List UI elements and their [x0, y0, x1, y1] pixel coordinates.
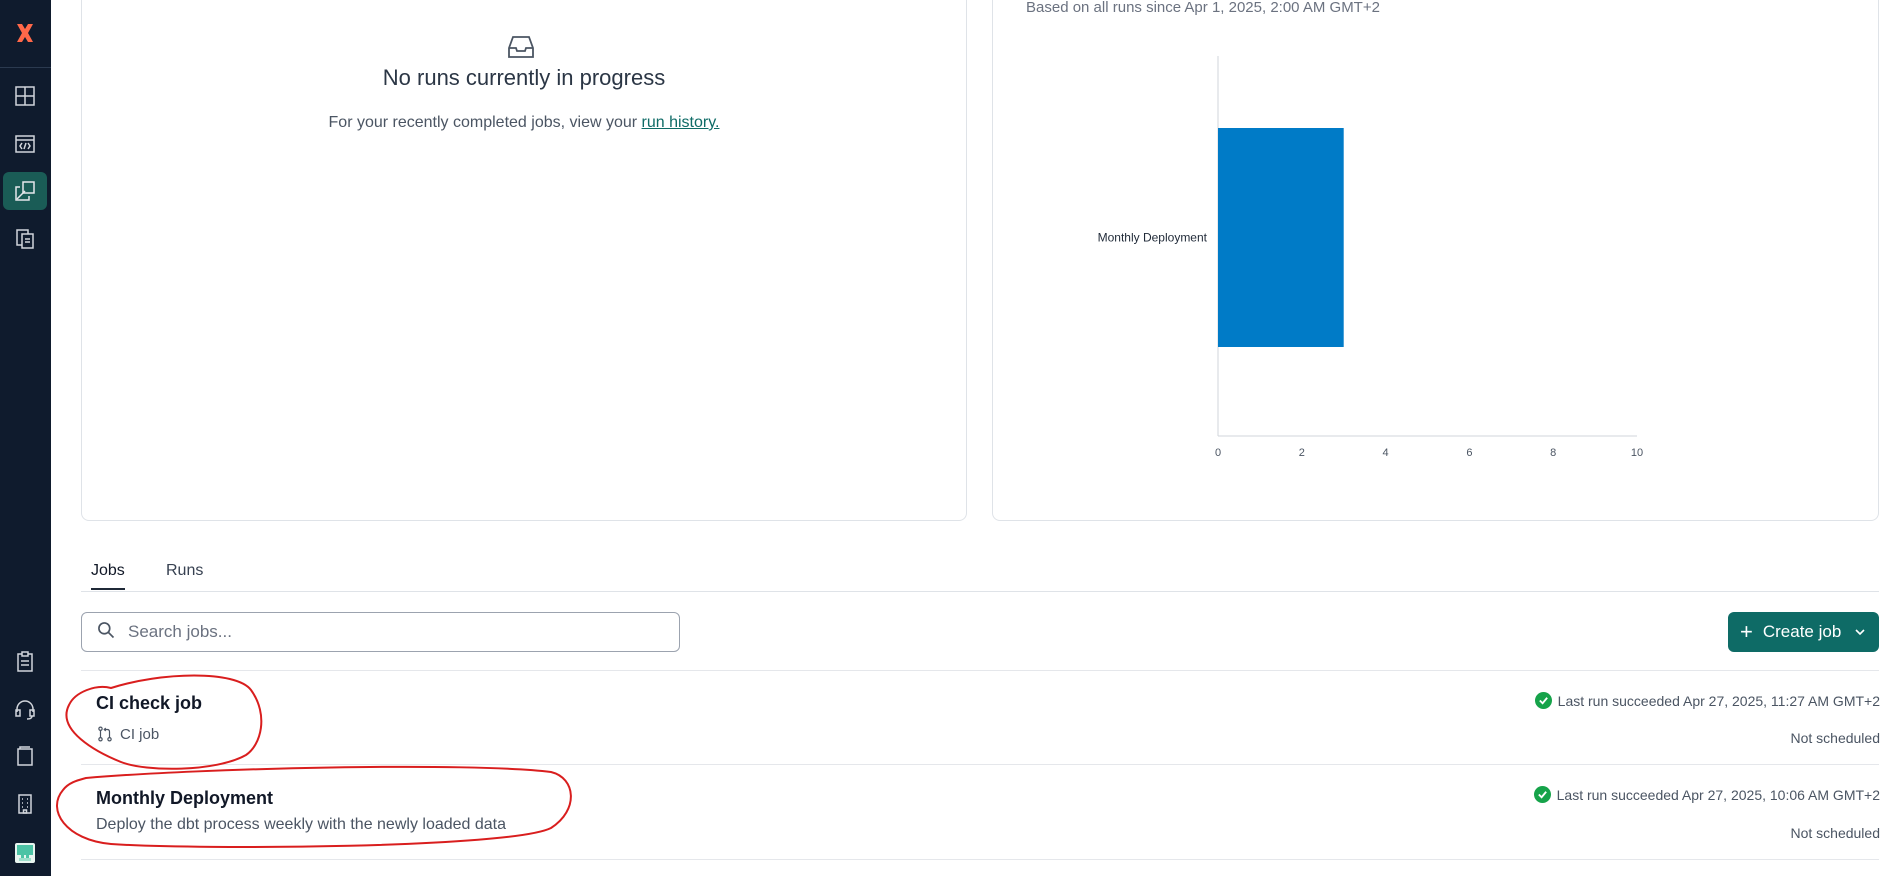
x-tick-label: 0	[1215, 447, 1221, 459]
last-run-status: Last run succeeded Apr 27, 2025, 11:27 A…	[1534, 692, 1880, 709]
dashboard-icon[interactable]	[3, 77, 47, 115]
row-divider	[81, 670, 1879, 671]
x-tick-label: 2	[1299, 447, 1305, 459]
job-type: CI job	[96, 725, 159, 743]
empty-state-title: No runs currently in progress	[382, 65, 666, 90]
create-job-button[interactable]: + Create job	[1728, 612, 1879, 652]
schedule-status: Not scheduled	[1790, 825, 1880, 841]
deploy-icon[interactable]	[3, 172, 47, 210]
chevron-down-icon[interactable]	[1853, 625, 1867, 639]
building-icon[interactable]	[3, 785, 47, 823]
code-editor-icon[interactable]	[3, 125, 47, 163]
last-run-text: Last run succeeded Apr 27, 2025, 11:27 A…	[1557, 692, 1880, 709]
clipboard-icon[interactable]	[3, 643, 47, 681]
empty-state-subtitle: For your recently completed jobs, view y…	[82, 114, 966, 132]
headset-icon[interactable]	[3, 690, 47, 728]
schedule-status: Not scheduled	[1790, 730, 1880, 746]
row-divider	[81, 764, 1879, 765]
avatar-icon[interactable]	[3, 834, 47, 872]
jobs-runs-tabs: Jobs Runs	[81, 556, 1879, 592]
job-type-label: CI job	[120, 725, 160, 743]
search-input[interactable]	[128, 622, 648, 642]
category-label: Monthly Deployment	[1098, 231, 1208, 245]
last-run-status: Last run succeeded Apr 27, 2025, 10:06 A…	[1533, 786, 1880, 803]
row-divider	[81, 859, 1879, 860]
bar-monthly-deployment	[1218, 128, 1344, 347]
dbt-logo-icon[interactable]	[3, 14, 47, 52]
job-title[interactable]: Monthly Deployment	[96, 788, 273, 809]
success-check-icon	[1534, 692, 1552, 709]
plus-icon: +	[1740, 619, 1753, 644]
search-icon	[96, 620, 128, 645]
run-history-link[interactable]: run history.	[642, 114, 720, 131]
x-tick-label: 10	[1631, 447, 1643, 459]
x-tick-label: 8	[1550, 447, 1556, 459]
main-content: No runs currently in progress For your r…	[51, 0, 1904, 876]
run-chart-card: Based on all runs since Apr 1, 2025, 2:0…	[992, 0, 1879, 521]
inbox-icon	[505, 31, 537, 63]
success-check-icon	[1533, 786, 1551, 803]
git-pull-request-icon	[98, 726, 112, 742]
tab-jobs[interactable]: Jobs	[91, 562, 125, 590]
documents-icon[interactable]	[3, 220, 47, 258]
search-jobs-field[interactable]	[81, 612, 680, 652]
job-title[interactable]: CI check job	[96, 693, 202, 714]
annotation-overlay	[56, 674, 572, 848]
tab-runs[interactable]: Runs	[166, 562, 203, 588]
create-job-label: Create job	[1762, 622, 1842, 641]
x-tick-label: 6	[1466, 447, 1472, 459]
sidebar	[0, 0, 51, 876]
book-icon[interactable]	[3, 737, 47, 775]
last-run-text: Last run succeeded Apr 27, 2025, 10:06 A…	[1556, 786, 1880, 803]
x-tick-label: 4	[1383, 447, 1389, 459]
bar-chart: Monthly Deployment 0 2 4 6 8 10	[1098, 56, 1643, 459]
empty-state-text: For your recently completed jobs, view y…	[328, 114, 642, 131]
job-description: Deploy the dbt process weekly with the n…	[96, 816, 507, 833]
in-progress-card: No runs currently in progress For your r…	[81, 0, 967, 521]
